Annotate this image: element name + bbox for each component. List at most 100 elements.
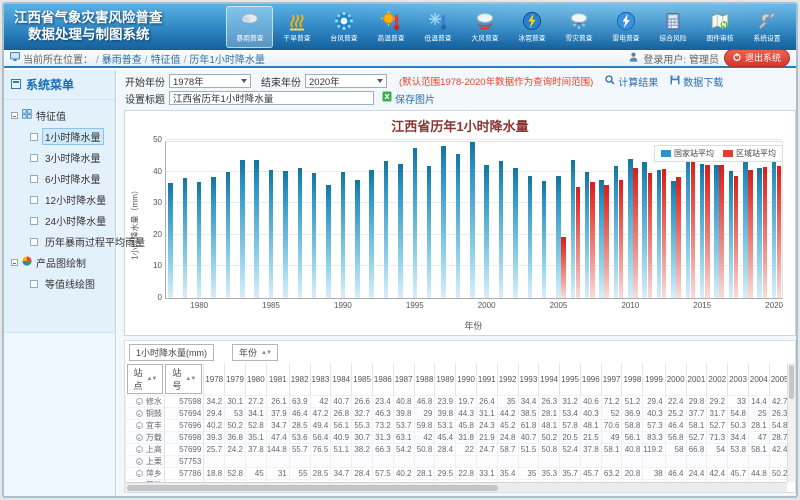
value-cell: 42.7 xyxy=(769,396,787,408)
item-box-icon xyxy=(30,280,38,288)
year-column-header[interactable]: 1988 xyxy=(414,363,435,396)
horizontal-scrollbar[interactable] xyxy=(125,482,787,492)
year-column-header[interactable]: 1990 xyxy=(456,363,477,396)
year-column-header[interactable]: 2005 xyxy=(769,363,787,396)
item-box-icon xyxy=(30,196,38,204)
year-column-header[interactable]: 1996 xyxy=(580,363,601,396)
sidebar-group-0[interactable]: 特征值 xyxy=(6,105,113,126)
station-name-cell[interactable]: 宜丰 xyxy=(126,420,165,432)
value-cell: 49 xyxy=(601,432,622,444)
logout-button[interactable]: 退出系统 xyxy=(724,49,790,67)
year-column-header[interactable]: 1994 xyxy=(539,363,560,396)
year-column-header[interactable]: 1997 xyxy=(601,363,622,396)
year-column-header[interactable]: 2003 xyxy=(728,363,749,396)
sidebar-item-0-4[interactable]: 24小时降水量 xyxy=(6,210,113,231)
table-scroll-area[interactable]: 站点▲▼站号▲▼19781979198019811982198319841985… xyxy=(125,363,787,482)
nav-hail[interactable]: 冰雹普查 xyxy=(508,6,555,48)
nav-settings[interactable]: 系统设置 xyxy=(743,6,790,48)
year-column-header[interactable]: 1999 xyxy=(643,363,665,396)
chart-title-input[interactable] xyxy=(169,91,374,105)
sidebar-item-0-2[interactable]: 6小时降水量 xyxy=(6,168,113,189)
expand-icon[interactable] xyxy=(136,410,143,417)
expand-icon[interactable] xyxy=(136,422,143,429)
year-column-header[interactable]: 1991 xyxy=(476,363,497,396)
value-cell: 52.8 xyxy=(225,468,246,480)
nav-snow[interactable]: 雪灾普查 xyxy=(555,6,602,48)
station-name-cell[interactable]: 修水 xyxy=(126,396,165,408)
year-column-header[interactable]: 1992 xyxy=(497,363,518,396)
year-column-header[interactable]: 1993 xyxy=(518,363,539,396)
breadcrumb-item-1[interactable]: 特征值 xyxy=(151,55,181,66)
year-column-header[interactable]: 1985 xyxy=(352,363,373,396)
year-sort-box[interactable]: 年份 ▲▼ xyxy=(232,344,278,361)
calculate-button[interactable]: 计算结果 xyxy=(605,74,658,89)
nav-low-temp[interactable]: 低温普查 xyxy=(414,6,461,48)
nav-typhoon[interactable]: 台风普查 xyxy=(320,6,367,48)
start-year-select[interactable]: 1978年 xyxy=(169,74,251,88)
nav-wind[interactable]: 大风普查 xyxy=(461,6,508,48)
value-cell: 45.8 xyxy=(456,420,477,432)
nav-lightning[interactable]: 雷电普查 xyxy=(602,6,649,48)
nav-risk[interactable]: 综合风险 xyxy=(649,6,696,48)
bar-national-2011 xyxy=(642,162,647,299)
expand-icon[interactable] xyxy=(136,470,143,477)
year-column-header[interactable]: 2001 xyxy=(686,363,707,396)
nav-drought[interactable]: 干旱普查 xyxy=(273,6,320,48)
wind-cloud-icon xyxy=(474,10,496,32)
year-column-header[interactable]: 1995 xyxy=(560,363,581,396)
station-name-cell[interactable]: 万载 xyxy=(126,432,165,444)
nav-high-temp[interactable]: 高温普查 xyxy=(367,6,414,48)
year-column-header[interactable]: 1987 xyxy=(393,363,414,396)
station-name-cell[interactable]: 铜鼓 xyxy=(126,408,165,420)
year-column-header[interactable]: 2002 xyxy=(707,363,728,396)
station-name-cell[interactable]: 上高 xyxy=(126,444,165,456)
station-name-cell[interactable]: 上栗 xyxy=(126,456,165,468)
breadcrumb-item-0[interactable]: 暴雨普查 xyxy=(102,55,142,66)
year-column-header[interactable]: 1984 xyxy=(331,363,352,396)
year-column-header[interactable]: 2000 xyxy=(665,363,686,396)
value-cell xyxy=(331,456,352,468)
year-column-header[interactable]: 1986 xyxy=(372,363,393,396)
expand-icon[interactable] xyxy=(136,458,143,465)
expand-icon[interactable] xyxy=(136,398,143,405)
breadcrumb-item-2[interactable]: 历年1小时降水量 xyxy=(189,55,265,66)
year-column-header[interactable]: 1981 xyxy=(266,363,289,396)
save-image-button[interactable]: 保存图片 xyxy=(382,91,435,106)
download-button[interactable]: 数据下载 xyxy=(670,74,723,89)
app-header: 江西省气象灾害风险普查 数据处理与制图系统 暴雨普查干旱普查台风普查高温普查低温… xyxy=(4,4,796,50)
sidebar-item-0-0[interactable]: 1小时降水量 xyxy=(6,126,113,147)
expand-icon[interactable] xyxy=(136,446,143,453)
station-id-sort-button[interactable]: 站号▲▼ xyxy=(165,364,202,394)
bar-regional-2013 xyxy=(676,177,681,298)
collapse-icon[interactable] xyxy=(11,259,18,266)
station-sort-button[interactable]: 站点▲▼ xyxy=(127,364,164,394)
value-cell: 28.1 xyxy=(748,420,769,432)
bar-national-1994 xyxy=(398,164,403,298)
sidebar-item-0-5[interactable]: 历年暴雨过程平均雨量 xyxy=(6,231,113,252)
year-column-header[interactable]: 1982 xyxy=(289,363,310,396)
x-tick: 2010 xyxy=(621,301,639,310)
year-column-header[interactable]: 2004 xyxy=(748,363,769,396)
nav-rainstorm[interactable]: 暴雨普查 xyxy=(226,6,273,48)
expand-icon[interactable] xyxy=(136,434,143,441)
station-name-cell[interactable]: 萍乡 xyxy=(126,468,165,480)
year-column-header[interactable]: 1998 xyxy=(622,363,643,396)
year-column-header[interactable]: 1989 xyxy=(435,363,456,396)
nav-map-review[interactable]: 图件审核 xyxy=(696,6,743,48)
year-column-header[interactable]: 1979 xyxy=(225,363,246,396)
year-column-header[interactable]: 1980 xyxy=(245,363,266,396)
sidebar-group-1[interactable]: 产品图绘制 xyxy=(6,252,113,273)
year-column-header[interactable]: 1978 xyxy=(204,363,225,396)
collapse-icon[interactable] xyxy=(11,112,18,119)
value-cell: 57.3 xyxy=(643,420,665,432)
sidebar-item-0-1[interactable]: 3小时降水量 xyxy=(6,147,113,168)
vertical-scrollbar[interactable] xyxy=(787,363,795,482)
year-column-header[interactable]: 1983 xyxy=(310,363,331,396)
value-cell: 53.6 xyxy=(289,432,310,444)
end-year-select[interactable]: 2020年 xyxy=(305,74,387,88)
value-cell: 14.4 xyxy=(748,396,769,408)
table-measure-box[interactable]: 1小时降水量(mm) xyxy=(129,344,214,361)
table-row: 万载5769839.336.835.147.453.656.440.930.73… xyxy=(126,432,788,444)
sidebar-item-0-3[interactable]: 12小时降水量 xyxy=(6,189,113,210)
sidebar-item-1-0[interactable]: 等值线绘图 xyxy=(6,273,113,294)
